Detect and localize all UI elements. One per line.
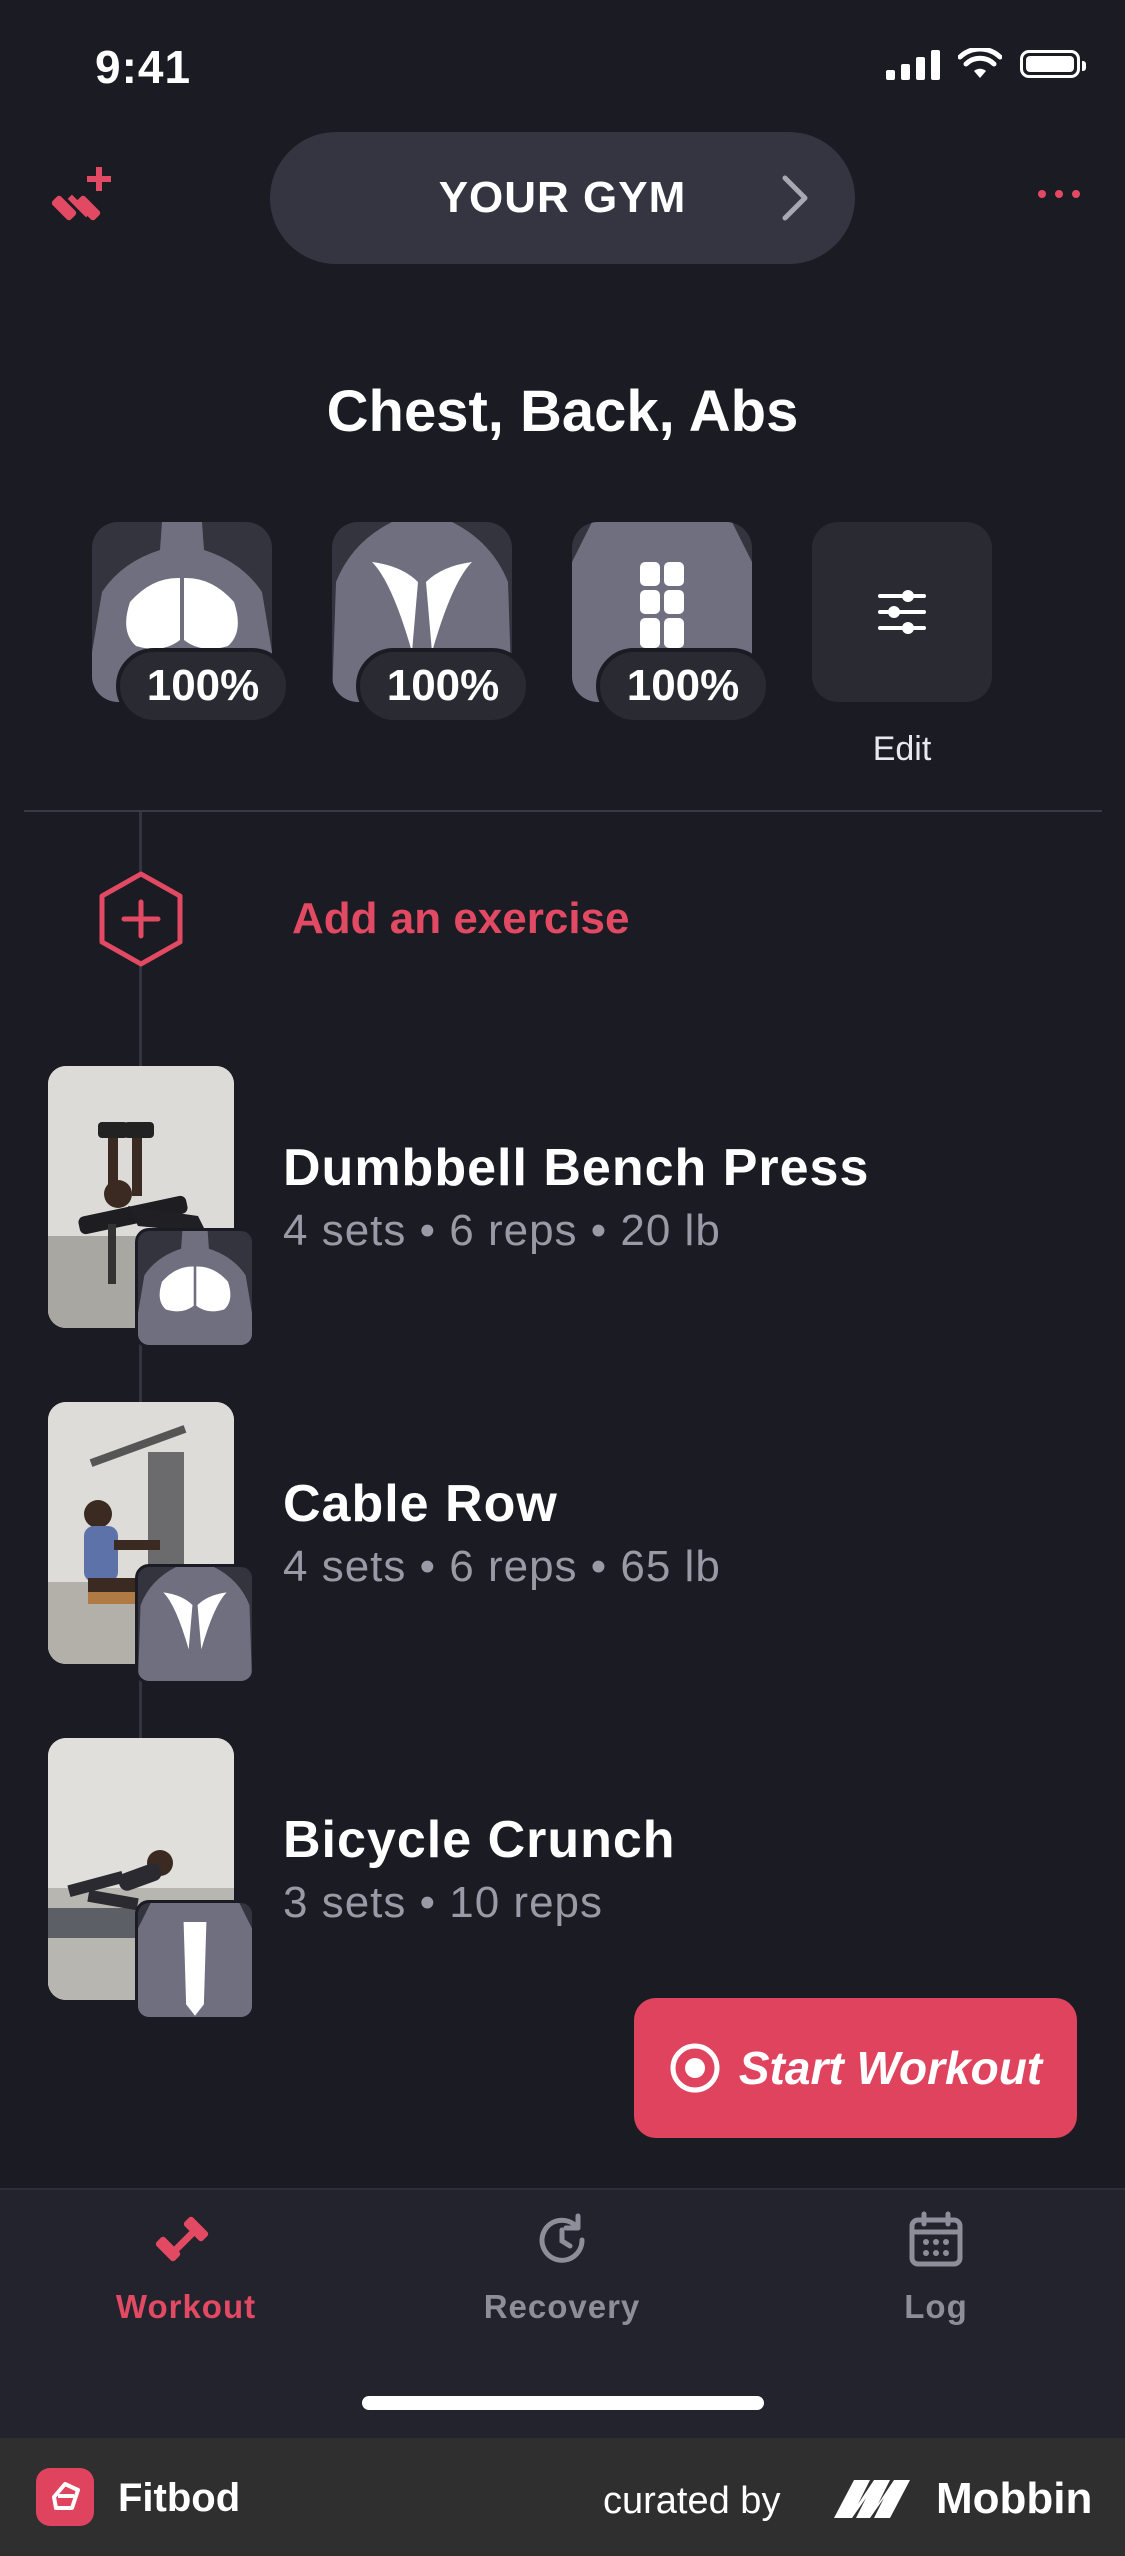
add-exercise-icon[interactable] [98,870,184,968]
tab-log[interactable]: Log [806,2210,1066,2326]
divider [24,810,1102,812]
back-recovery-badge: 100% [356,648,530,724]
tab-label: Recovery [483,2288,641,2325]
back-muscle-icon [138,1567,252,1681]
recovery-clock-icon [539,2213,585,2263]
record-icon [670,2043,720,2093]
tab-recovery[interactable]: Recovery [432,2210,692,2326]
start-workout-button[interactable]: Start Workout [634,1998,1077,2138]
add-gym-dumbbell-icon[interactable] [52,165,118,231]
exercise-muscle-badge [135,1564,255,1684]
tab-workout[interactable]: Workout [56,2210,316,2326]
exercise-detail: 4 sets • 6 reps • 65 lb [283,1542,721,1591]
brand-name: Mobbin [936,2474,1093,2523]
exercise-muscle-badge [135,1900,255,2020]
tab-label: Log [904,2288,968,2325]
status-icons [886,48,1086,80]
add-exercise-button[interactable]: Add an exercise [292,894,630,944]
chest-recovery-badge: 100% [116,648,290,724]
wifi-icon [958,48,1002,78]
exercise-detail: 3 sets • 10 reps [283,1878,604,1927]
curated-by-label: curated by [603,2480,781,2522]
gym-selector-label: YOUR GYM [438,173,687,222]
mobbin-logo-icon [834,2480,910,2518]
exercise-name[interactable]: Dumbbell Bench Press [283,1138,869,1198]
abs-muscle-icon [138,1903,252,2017]
chest-muscle-icon [138,1231,252,1345]
home-indicator [362,2396,764,2410]
exercise-detail: 4 sets • 6 reps • 20 lb [283,1206,721,1255]
tab-label: Workout [115,2288,257,2325]
chevron-right-icon [782,175,808,221]
exercise-name[interactable]: Cable Row [283,1474,558,1534]
app-name: Fitbod [118,2476,241,2520]
exercise-muscle-badge [135,1228,255,1348]
signal-icon [886,48,940,80]
fitbod-logo-icon [36,2468,94,2526]
more-options-icon[interactable] [1038,190,1080,198]
battery-icon [1020,50,1086,78]
target-muscles-title: Chest, Back, Abs [326,379,799,444]
start-workout-label: Start Workout [738,2042,1043,2094]
gym-selector-button[interactable]: YOUR GYM [270,132,855,264]
calendar-icon [909,2211,963,2267]
exercise-name[interactable]: Bicycle Crunch [283,1810,676,1870]
status-time: 9:41 [95,41,192,93]
dumbbell-icon [156,2216,209,2262]
edit-muscles-button[interactable] [812,522,992,702]
edit-muscles-label: Edit [872,730,932,768]
sliders-icon [878,590,926,634]
abs-recovery-badge: 100% [596,648,770,724]
